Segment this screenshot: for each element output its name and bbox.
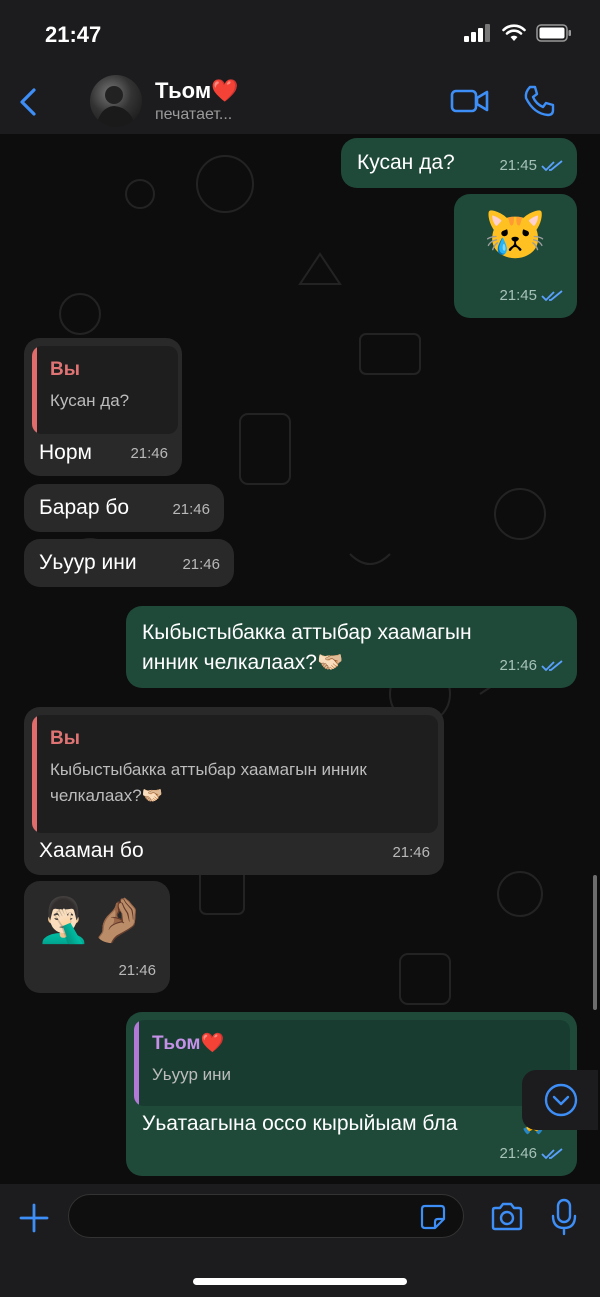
plus-icon[interactable] bbox=[18, 1202, 50, 1234]
message-emoji: 😿 bbox=[484, 206, 547, 262]
reply-text: Уьуур ини bbox=[152, 1065, 232, 1084]
scroll-to-bottom-button[interactable] bbox=[522, 1070, 598, 1130]
cellular-signal-icon bbox=[464, 24, 490, 42]
message-time: 21:46 bbox=[130, 445, 168, 462]
message-list[interactable]: Кусан да? 21:45 😿 21:45 Вы Кусан да? Нор… bbox=[0, 134, 600, 1184]
reply-text-line1: Кыбыстыбакка аттыбар хаамагын инник bbox=[50, 760, 367, 779]
message-text: Уьатаагына оссо кырыйыам бла bbox=[142, 1112, 458, 1135]
reply-accent-bar bbox=[32, 346, 37, 434]
back-chevron-icon[interactable] bbox=[14, 84, 46, 120]
status-time: 21:47 bbox=[45, 22, 102, 47]
message-time: 21:46 bbox=[182, 556, 220, 573]
wifi-icon bbox=[502, 24, 526, 41]
read-ticks-icon bbox=[541, 1148, 563, 1160]
message-meta: 21:46 bbox=[499, 652, 563, 680]
read-ticks-icon bbox=[541, 290, 563, 302]
contact-name[interactable]: Тьом❤️ bbox=[155, 78, 239, 104]
message-outgoing[interactable]: Кыбыстыбакка аттыбар хаамагын инник челк… bbox=[126, 606, 577, 688]
reply-text-line2: челкалаах?🫱🏻‍🫲🏼 bbox=[50, 786, 163, 805]
reply-text: Кыбыстыбакка аттыбар хаамагын инник челк… bbox=[50, 757, 367, 809]
message-time: 21:45 bbox=[499, 287, 537, 304]
reply-author: Тьом❤️ bbox=[152, 1033, 225, 1054]
message-time: 21:45 bbox=[499, 157, 537, 174]
message-meta: 21:45 bbox=[499, 282, 563, 310]
message-time: 21:46 bbox=[172, 501, 210, 518]
message-incoming-emoji[interactable]: 🤦🏻‍♂️🤌🏽 21:46 bbox=[24, 881, 170, 993]
message-meta: 21:46 bbox=[182, 551, 220, 579]
quoted-reply[interactable]: Вы Кусан да? bbox=[32, 346, 178, 434]
message-time: 21:46 bbox=[499, 1145, 537, 1162]
message-meta: 21:46 bbox=[118, 957, 156, 985]
message-input[interactable] bbox=[68, 1194, 464, 1238]
message-text: Норм bbox=[39, 441, 92, 464]
read-ticks-icon bbox=[541, 160, 563, 172]
message-text: Кусан да? bbox=[357, 151, 455, 174]
reply-author: Вы bbox=[50, 728, 80, 749]
message-text-line1: Кыбыстыбакка аттыбар хаамагын bbox=[142, 621, 472, 644]
video-call-icon[interactable] bbox=[450, 86, 490, 116]
reply-accent-bar bbox=[32, 715, 37, 833]
message-text: Уьуур ини bbox=[39, 551, 137, 574]
message-outgoing[interactable]: Тьом❤️ Уьуур ини Уьатаагына оссо кырыйыа… bbox=[126, 1012, 577, 1176]
message-incoming[interactable]: Вы Кыбыстыбакка аттыбар хаамагын инник ч… bbox=[24, 707, 444, 875]
read-ticks-icon bbox=[541, 660, 563, 672]
message-meta: 21:46 bbox=[499, 1140, 563, 1168]
message-incoming[interactable]: Уьуур ини 21:46 bbox=[24, 539, 234, 587]
message-text: Хааман бо bbox=[39, 839, 144, 862]
status-bar: 21:47 bbox=[0, 0, 600, 70]
contact-heart: ❤️ bbox=[211, 78, 239, 103]
reply-text: Кусан да? bbox=[50, 391, 130, 410]
chat-header: Тьом❤️ печатает... bbox=[0, 70, 600, 135]
reply-author: Вы bbox=[50, 359, 80, 380]
composer-bar bbox=[0, 1184, 600, 1297]
camera-icon[interactable] bbox=[490, 1202, 524, 1232]
message-meta: 21:45 bbox=[499, 152, 563, 180]
message-text: Барар бо bbox=[39, 496, 130, 519]
message-outgoing[interactable]: Кусан да? 21:45 bbox=[341, 138, 577, 188]
message-outgoing-emoji[interactable]: 😿 21:45 bbox=[454, 194, 577, 318]
message-time: 21:46 bbox=[499, 657, 537, 674]
message-meta: 21:46 bbox=[172, 496, 210, 524]
avatar-silhouette-icon bbox=[96, 86, 136, 127]
contact-name-text: Тьом bbox=[155, 78, 212, 103]
quoted-reply[interactable]: Вы Кыбыстыбакка аттыбар хаамагын инник ч… bbox=[32, 715, 438, 833]
microphone-icon[interactable] bbox=[551, 1198, 577, 1236]
message-meta: 21:46 bbox=[130, 440, 168, 468]
status-icons bbox=[464, 24, 572, 42]
contact-status: печатает... bbox=[155, 106, 233, 123]
message-incoming[interactable]: Барар бо 21:46 bbox=[24, 484, 224, 532]
reply-accent-bar bbox=[134, 1020, 139, 1106]
message-emoji: 🤦🏻‍♂️🤌🏽 bbox=[36, 896, 146, 945]
message-time: 21:46 bbox=[118, 962, 156, 979]
scrollbar-thumb[interactable] bbox=[593, 875, 597, 1010]
home-indicator bbox=[193, 1278, 407, 1285]
battery-icon bbox=[536, 24, 571, 42]
quoted-reply[interactable]: Тьом❤️ Уьуур ини bbox=[134, 1020, 570, 1106]
chevron-down-circle-icon bbox=[544, 1083, 578, 1117]
message-meta: 21:46 bbox=[392, 839, 430, 867]
message-text-line2: инник челкалаах?🫱🏻‍🫲🏼 bbox=[142, 651, 344, 674]
sticker-icon[interactable] bbox=[420, 1204, 446, 1230]
contact-avatar[interactable] bbox=[90, 75, 142, 127]
message-incoming[interactable]: Вы Кусан да? Норм 21:46 bbox=[24, 338, 182, 476]
message-time: 21:46 bbox=[392, 844, 430, 861]
phone-call-icon[interactable] bbox=[522, 84, 556, 118]
